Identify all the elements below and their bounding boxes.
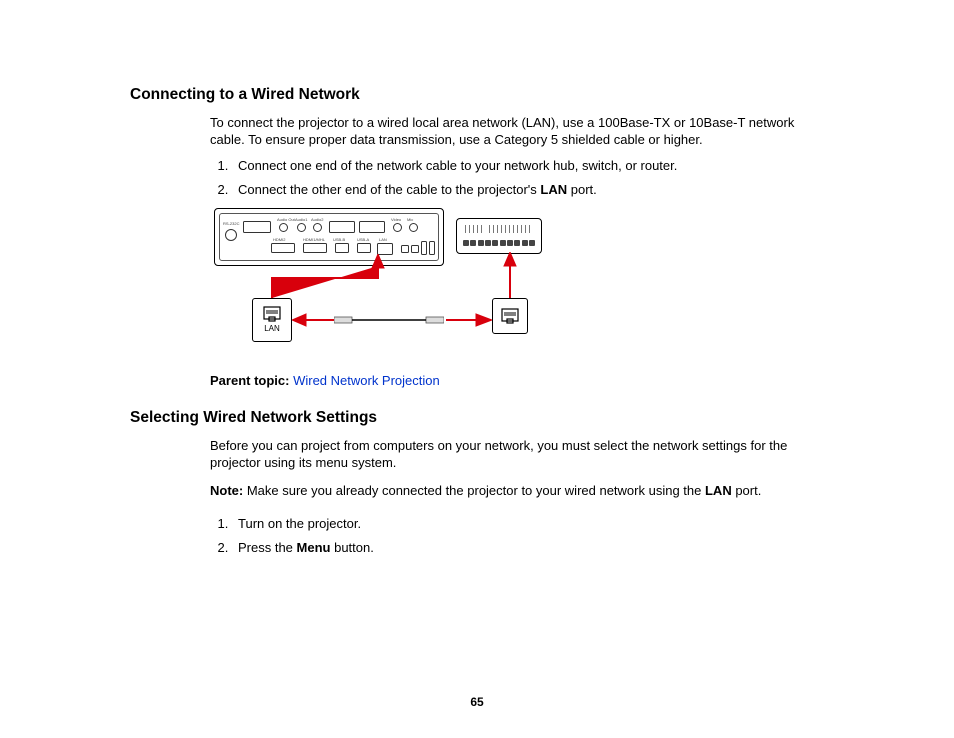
- figure-lan-port-callout: LAN: [252, 298, 292, 342]
- steps-selecting: Turn on the projector. Press the Menu bu…: [210, 515, 824, 556]
- heading-connecting: Connecting to a Wired Network: [130, 85, 834, 106]
- figure-cable: [334, 316, 444, 324]
- parent-topic: Parent topic: Wired Network Projection: [210, 372, 824, 390]
- intro-selecting: Before you can project from computers on…: [210, 437, 824, 472]
- figure-lan-connection: RS-232C Audio Out Audio1 Audio2 Video Mi…: [214, 208, 544, 358]
- arrow-left-up-icon: [264, 254, 404, 302]
- figure-network-hub: [456, 218, 542, 254]
- lan-label: LAN: [264, 324, 280, 335]
- arrow-right-up-icon: [502, 252, 518, 298]
- arrow-right-icon: [446, 310, 492, 330]
- figure-hub-port-callout: [492, 298, 528, 334]
- step-1-selecting: Turn on the projector.: [232, 515, 824, 533]
- step-1: Connect one end of the network cable to …: [232, 157, 824, 175]
- steps-connecting: Connect one end of the network cable to …: [210, 157, 824, 198]
- step-2: Connect the other end of the cable to th…: [232, 181, 824, 199]
- step-2-selecting: Press the Menu button.: [232, 539, 824, 557]
- page-number: 65: [0, 694, 954, 710]
- heading-selecting: Selecting Wired Network Settings: [130, 408, 834, 429]
- arrow-left-icon: [292, 310, 334, 330]
- parent-topic-link[interactable]: Wired Network Projection: [293, 373, 440, 388]
- intro-connecting: To connect the projector to a wired loca…: [210, 114, 824, 149]
- note-selecting: Note: Make sure you already connected th…: [210, 482, 824, 500]
